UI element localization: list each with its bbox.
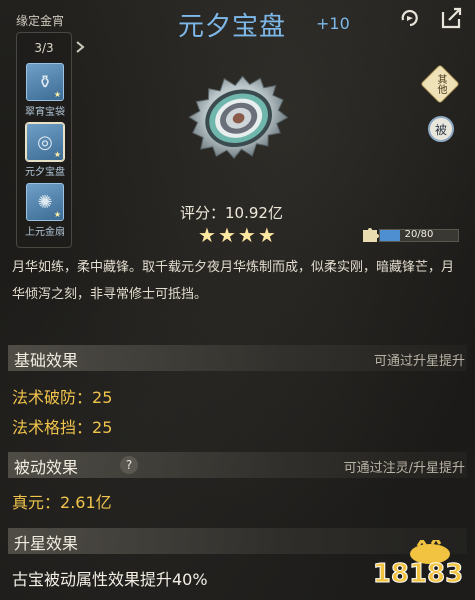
star-icon: ★ bbox=[198, 223, 218, 247]
share-icon[interactable] bbox=[398, 6, 422, 30]
basic-effects-note: 可通过升星提升 bbox=[373, 354, 465, 369]
set-count: 3/3 bbox=[34, 41, 54, 55]
set-item-pouch[interactable]: ⚱ ★ 翠宵宝袋 bbox=[23, 63, 67, 118]
set-item-label: 上元金扇 bbox=[25, 227, 65, 238]
passive-effects-title: 被动效果 bbox=[14, 458, 79, 477]
export-icon[interactable] bbox=[440, 6, 464, 30]
set-item-plate[interactable]: ◎ ★ 元夕宝盘 bbox=[23, 123, 67, 178]
stat-label: 法术破防： bbox=[12, 388, 93, 407]
star-icon: ★ bbox=[217, 223, 238, 247]
star-effects-text: 古宝被动属性效果提升40% bbox=[12, 570, 208, 589]
basic-effects-header: 基础效果 可通过升星提升 bbox=[8, 345, 467, 371]
set-item-fan[interactable]: ✺ ★ 上元金扇 bbox=[23, 183, 67, 238]
basic-effects-title: 基础效果 bbox=[14, 351, 79, 370]
set-item-label: 翠宵宝袋 bbox=[25, 107, 65, 118]
progress-text: 20/80 bbox=[404, 229, 434, 240]
fan-icon: ✺ ★ bbox=[26, 183, 64, 221]
passive-badge-label: 被 bbox=[434, 122, 447, 137]
passive-badge[interactable]: 被 bbox=[428, 116, 454, 142]
set-title: 缘定金宵 bbox=[16, 14, 65, 28]
passive-effects-header: 被动效果 ? 可通过注灵/升星提升 bbox=[8, 452, 467, 478]
stat-value: 25 bbox=[92, 418, 113, 437]
refine-level: +10 bbox=[316, 14, 350, 33]
other-badge-label: 其他 bbox=[435, 74, 446, 94]
star-effects-title: 升星效果 bbox=[14, 534, 79, 553]
chevron-right-icon[interactable] bbox=[73, 40, 87, 54]
passive-effects-note: 可通过注灵/升星提升 bbox=[343, 461, 465, 476]
stat-row: 法术破防：25 bbox=[12, 384, 112, 408]
stat-value: 25 bbox=[92, 388, 113, 407]
watermark-logo: 18183 bbox=[370, 535, 466, 590]
stat-row: 真元：2.61亿 bbox=[12, 489, 112, 513]
stat-row: 法术格挡：25 bbox=[12, 414, 112, 438]
help-icon[interactable]: ? bbox=[120, 456, 138, 474]
set-panel: 3/3 ⚱ ★ 翠宵宝袋 ◎ ★ 元夕宝盘 ✺ ★ 上元金扇 bbox=[16, 32, 72, 248]
stat-label: 法术格挡： bbox=[12, 418, 93, 437]
item-name: 元夕宝盘 bbox=[178, 12, 287, 42]
progress-bar: 20/80 bbox=[379, 229, 459, 242]
puzzle-icon bbox=[361, 226, 381, 244]
set-item-label: 元夕宝盘 bbox=[25, 167, 65, 178]
item-description: 月华如练，柔中藏锋。取千载元夕夜月华炼制而成，似柔实刚，暗藏锋芒，月华倾泻之刻，… bbox=[12, 260, 455, 302]
watermark-text: 18183 bbox=[373, 559, 463, 589]
star-icon: ★ bbox=[237, 223, 258, 247]
plate-icon: ◎ ★ bbox=[26, 123, 64, 161]
pouch-icon: ⚱ ★ bbox=[26, 63, 64, 101]
stat-label: 真元： bbox=[12, 493, 61, 512]
star-rating: ★★★★ bbox=[198, 223, 278, 247]
score-value: 10.92亿 bbox=[225, 204, 283, 222]
score-label: 评分： bbox=[180, 204, 226, 222]
stat-value: 2.61亿 bbox=[60, 493, 112, 512]
star-icon: ★ bbox=[257, 223, 278, 247]
artifact-image bbox=[188, 70, 292, 174]
score: 评分：10.92亿 bbox=[180, 202, 283, 223]
